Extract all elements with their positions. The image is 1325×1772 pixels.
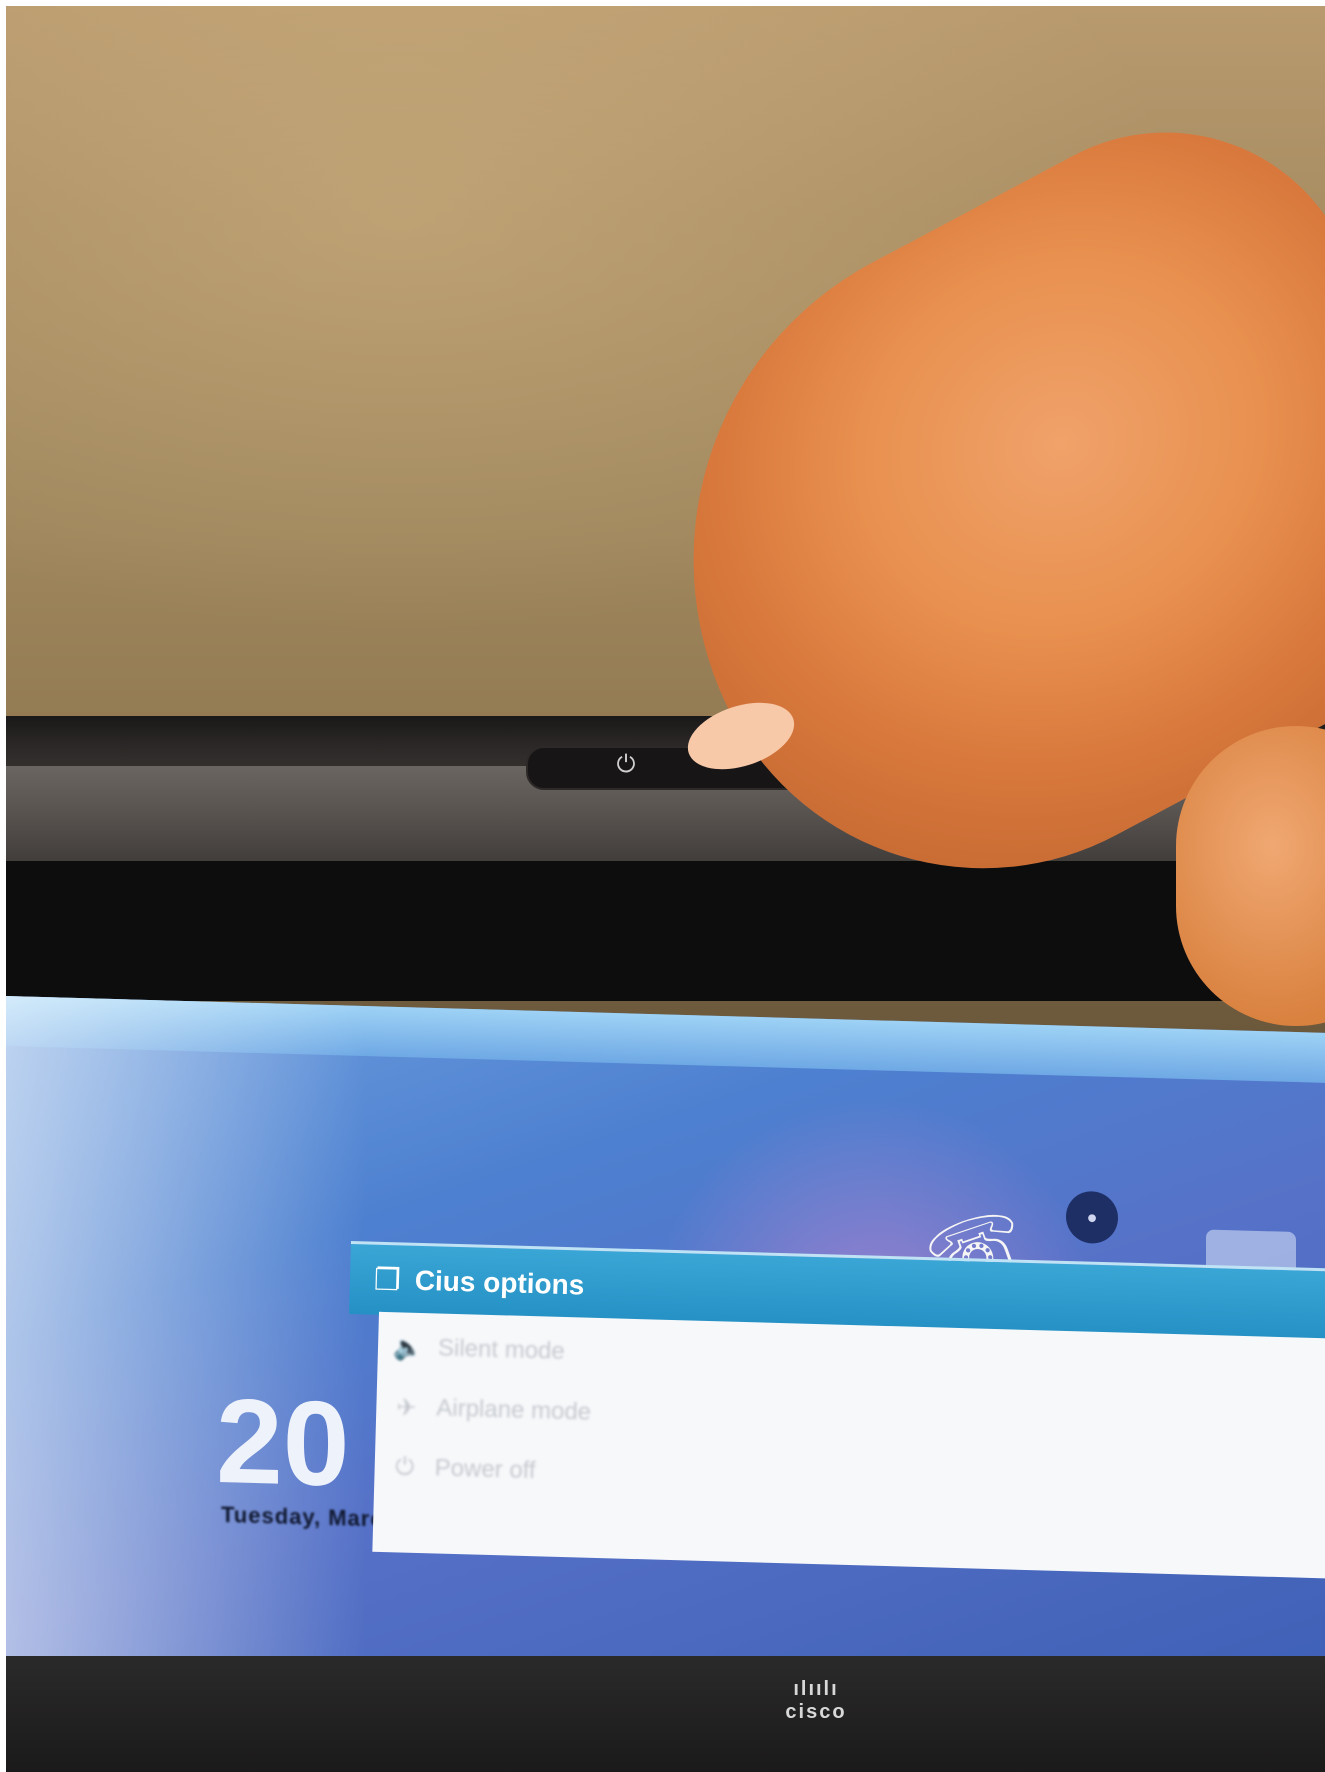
dialog-body: 🔈 Silent mode ✈ Airplane mode ⏻ Power of… [372,1311,1325,1579]
device-bezel-bottom [6,1656,1325,1772]
power-button[interactable]: ⏻ [606,748,646,782]
photo: ⏻ ▣ ⭍ ☏ ● 20 Tuesday, March 26, 2013 ❐ C… [6,6,1325,1772]
option-label: Power off [434,1454,536,1485]
cisco-logo: ılıılı cisco [746,1678,886,1724]
device-bezel-top [6,861,1325,1001]
option-label: Silent mode [437,1334,566,1366]
clock-time: 20 [216,1373,350,1512]
windows-icon: ❐ [373,1263,402,1297]
notification-badge: ● [1066,1190,1118,1245]
power-icon: ⏻ [616,751,636,778]
brand-label: cisco [785,1701,847,1723]
airplane-icon: ✈ [395,1393,417,1422]
speaker-icon: 🔈 [392,1333,424,1362]
power-icon: ⏻ [394,1453,415,1481]
option-label: Airplane mode [435,1394,592,1426]
screen-glare [6,996,366,1687]
dialog-title: Cius options [414,1264,585,1301]
options-dialog: ❐ Cius options 🔈 Silent mode ✈ Airplane … [342,1241,1325,1579]
cisco-bars-icon: ılıılı [793,1678,839,1700]
